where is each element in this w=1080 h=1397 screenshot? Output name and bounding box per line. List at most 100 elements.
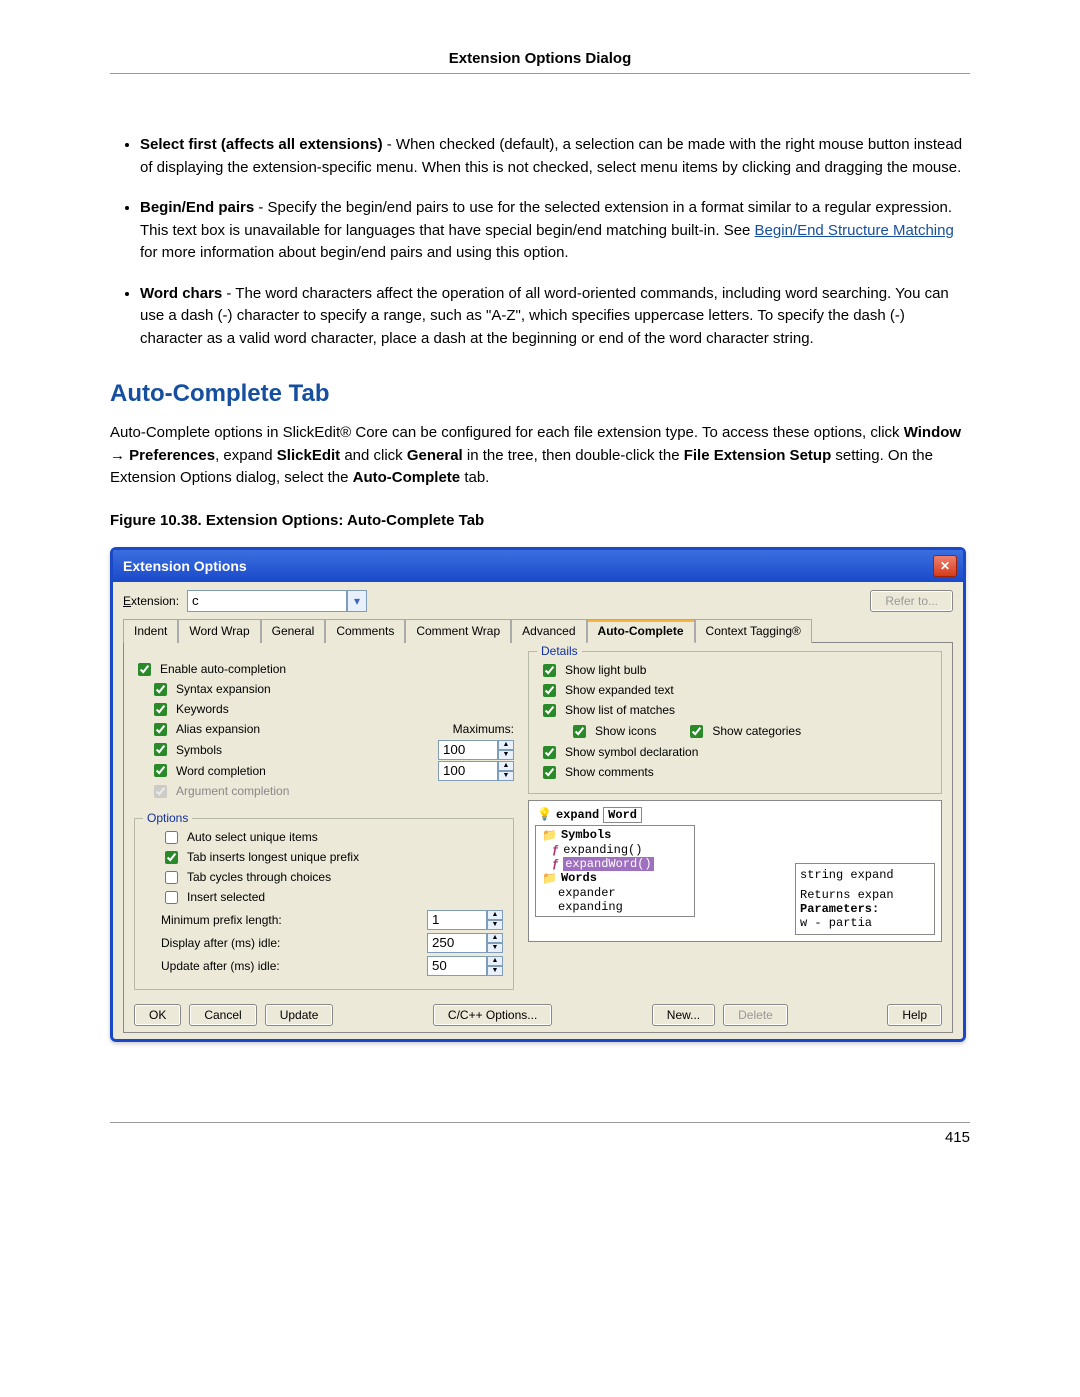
ok-button[interactable]: OK (134, 1004, 181, 1026)
display-after-input[interactable] (427, 933, 487, 953)
spin-up-icon[interactable]: ▲ (487, 910, 503, 920)
label: Show comments (565, 765, 654, 779)
tab-indent[interactable]: Indent (123, 619, 178, 643)
enable-auto-complete-checkbox[interactable] (138, 663, 151, 676)
spin-down-icon[interactable]: ▼ (498, 750, 514, 760)
min-prefix-input[interactable] (427, 910, 487, 930)
label: Symbols (561, 828, 611, 842)
label: Alias expansion (176, 722, 260, 736)
tab-general[interactable]: General (261, 619, 326, 643)
titlebar: Extension Options ✕ (113, 550, 963, 582)
word-completion-checkbox[interactable] (154, 764, 167, 777)
label: Show expanded text (565, 683, 674, 697)
dialog-title: Extension Options (123, 558, 247, 574)
label: Symbols (176, 743, 222, 757)
label: expander (558, 886, 616, 900)
bullet-text: for more information about begin/end pai… (140, 244, 569, 261)
update-after-input[interactable] (427, 956, 487, 976)
word-max-input[interactable] (438, 761, 498, 781)
show-comments-checkbox[interactable] (543, 766, 556, 779)
spin-down-icon[interactable]: ▼ (487, 966, 503, 976)
text: Core can be configured for each file ext… (351, 424, 904, 441)
alias-expansion-checkbox[interactable] (154, 723, 167, 736)
folder-icon: 📁 (542, 871, 557, 886)
tab-comment-wrap[interactable]: Comment Wrap (405, 619, 511, 643)
label: expanding() (563, 843, 642, 857)
new-button[interactable]: New... (652, 1004, 715, 1026)
label: Words (561, 871, 597, 885)
show-list-matches-checkbox[interactable] (543, 704, 556, 717)
chevron-down-icon[interactable]: ▾ (347, 590, 367, 612)
label: Argument completion (176, 784, 289, 798)
text: → (110, 447, 129, 464)
figure-caption: Figure 10.38. Extension Options: Auto-Co… (110, 512, 970, 529)
spin-up-icon[interactable]: ▲ (498, 761, 514, 771)
tab-inserts-checkbox[interactable] (165, 851, 178, 864)
tab-context-tagging[interactable]: Context Tagging® (695, 619, 812, 643)
text: SlickEdit (277, 447, 340, 464)
text: and click (340, 447, 407, 464)
symbols-max-input[interactable] (438, 740, 498, 760)
label: Show categories (712, 724, 801, 738)
label: Tab cycles through choices (187, 870, 331, 884)
spin-up-icon[interactable]: ▲ (487, 956, 503, 966)
spin-down-icon[interactable]: ▼ (498, 771, 514, 781)
bullet-term: Word chars (140, 285, 222, 302)
lang-options-button[interactable]: C/C++ Options... (433, 1004, 552, 1026)
help-button[interactable]: Help (887, 1004, 942, 1026)
reg-mark: ® (340, 424, 351, 441)
extension-input[interactable] (187, 590, 347, 612)
page-number: 415 (110, 1122, 970, 1146)
symbols-checkbox[interactable] (154, 743, 167, 756)
spin-up-icon[interactable]: ▲ (487, 933, 503, 943)
tab-auto-complete[interactable]: Auto-Complete (587, 619, 695, 643)
label: expand (556, 808, 599, 822)
show-expanded-text-checkbox[interactable] (543, 684, 556, 697)
tab-advanced[interactable]: Advanced (511, 619, 586, 643)
label: Enable auto-completion (160, 662, 286, 676)
show-icons-checkbox[interactable] (573, 725, 586, 738)
function-icon: ƒ (552, 857, 559, 871)
auto-select-checkbox[interactable] (165, 831, 178, 844)
delete-button[interactable]: Delete (723, 1004, 788, 1026)
label: Update after (ms) idle: (161, 959, 280, 973)
label: expanding (558, 900, 623, 914)
text: , expand (215, 447, 277, 464)
show-categories-checkbox[interactable] (690, 725, 703, 738)
tab-cycles-checkbox[interactable] (165, 871, 178, 884)
insert-selected-checkbox[interactable] (165, 891, 178, 904)
label: Display after (ms) idle: (161, 936, 280, 950)
tab-bar: Indent Word Wrap General Comments Commen… (123, 618, 953, 643)
begin-end-link[interactable]: Begin/End Structure Matching (755, 222, 954, 239)
label: Minimum prefix length: (161, 913, 282, 927)
label: Tab inserts longest unique prefix (187, 850, 359, 864)
close-icon[interactable]: ✕ (933, 555, 957, 577)
label: Show light bulb (565, 663, 646, 677)
text: General (407, 447, 463, 464)
tab-comments[interactable]: Comments (325, 619, 405, 643)
spin-down-icon[interactable]: ▼ (487, 920, 503, 930)
show-symbol-decl-checkbox[interactable] (543, 746, 556, 759)
label: Syntax expansion (176, 682, 271, 696)
label: Auto select unique items (187, 830, 318, 844)
bullet-term: Begin/End pairs (140, 199, 254, 216)
options-legend: Options (143, 811, 192, 825)
argument-completion-checkbox (154, 785, 167, 798)
show-light-bulb-checkbox[interactable] (543, 664, 556, 677)
keywords-checkbox[interactable] (154, 703, 167, 716)
selected-item[interactable]: expandWord() (563, 857, 653, 871)
lightbulb-icon: 💡 (537, 807, 552, 822)
update-button[interactable]: Update (265, 1004, 334, 1026)
text: Returns expan (800, 888, 930, 902)
refer-to-button[interactable]: Refer to... (870, 590, 953, 612)
text: Parameters: (800, 902, 930, 916)
text: in the tree, then double-click the (463, 447, 684, 464)
cancel-button[interactable]: Cancel (189, 1004, 256, 1026)
spin-down-icon[interactable]: ▼ (487, 943, 503, 953)
text: w - partia (800, 916, 930, 930)
spin-up-icon[interactable]: ▲ (498, 740, 514, 750)
tab-word-wrap[interactable]: Word Wrap (178, 619, 260, 643)
syntax-expansion-checkbox[interactable] (154, 683, 167, 696)
intro-paragraph: Auto-Complete options in SlickEdit® Core… (110, 422, 970, 490)
function-icon: ƒ (552, 843, 559, 857)
